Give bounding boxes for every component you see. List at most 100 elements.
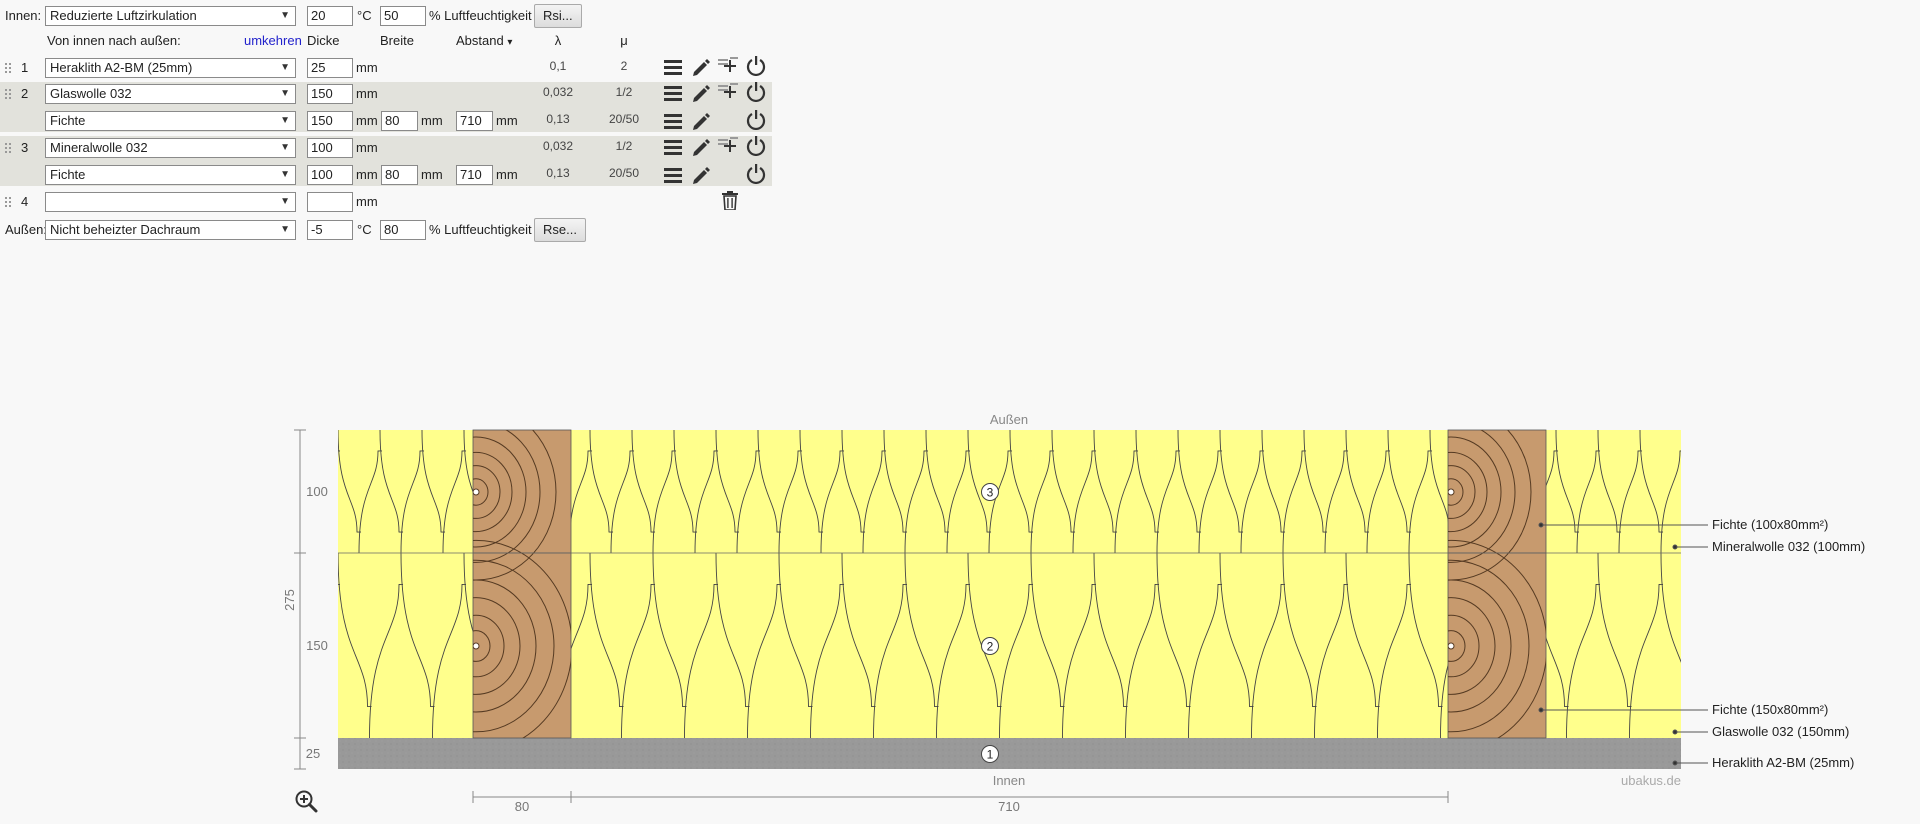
unit-label: mm	[356, 167, 378, 182]
layer-3-beam-width-input[interactable]: 80	[381, 165, 418, 185]
outer-label: Außen:	[5, 222, 47, 237]
outside-label: Außen	[990, 412, 1028, 427]
chevron-down-icon: ▼	[280, 142, 290, 153]
add-layer-icon[interactable]	[718, 137, 740, 153]
layer-number: 2	[21, 86, 29, 101]
layer-3-material-select[interactable]: Mineralwolle 032 ▼	[45, 138, 296, 158]
wood-pith	[1448, 642, 1455, 650]
legend-fichte-150: Fichte (150x80mm²)	[1712, 702, 1828, 717]
inner-temp-input[interactable]: 20	[307, 6, 353, 26]
outer-temp-unit: °C	[357, 222, 372, 237]
trash-icon[interactable]	[722, 191, 738, 210]
wood-pith	[473, 642, 480, 650]
unit-label: mm	[496, 113, 518, 128]
layer-2-beam-thickness-input[interactable]: 150	[307, 111, 353, 131]
power-icon[interactable]	[746, 56, 766, 76]
zoom-in-icon[interactable]	[294, 789, 318, 813]
watermark: ubakus.de	[1621, 773, 1681, 788]
dim-heraklith: 25	[306, 746, 320, 761]
inner-label: Innen:	[5, 8, 42, 23]
layer-2-beam-width-input[interactable]: 80	[381, 111, 418, 131]
outer-climate-select[interactable]: Nicht beheizter Dachraum ▼	[45, 220, 296, 240]
menu-icon[interactable]	[664, 168, 682, 183]
layer-number: 3	[21, 140, 29, 155]
lambda-header: λ	[554, 33, 562, 48]
dim-total: 275	[282, 589, 297, 611]
drag-handle-icon[interactable]	[5, 143, 11, 153]
svg-text:2: 2	[987, 640, 994, 654]
unit-label: mm	[356, 86, 378, 101]
layer-3-beam-thickness-input[interactable]: 100	[307, 165, 353, 185]
direction-label: Von innen nach außen:	[47, 33, 181, 48]
inner-climate-select[interactable]: Reduzierte Luftzirkulation ▼	[45, 6, 296, 26]
svg-text:1: 1	[987, 748, 994, 762]
dim-beam-width: 80	[515, 799, 529, 814]
outer-humidity-input[interactable]: 80	[380, 220, 426, 240]
pencil-icon[interactable]	[691, 57, 711, 77]
menu-icon[interactable]	[664, 60, 682, 75]
chevron-down-icon: ▼	[280, 196, 290, 207]
legend-mineralwolle: Mineralwolle 032 (100mm)	[1712, 539, 1865, 554]
thickness-header: Dicke	[307, 33, 340, 48]
layer-3-beam-spacing-input[interactable]: 710	[456, 165, 493, 185]
outer-temp-input[interactable]: -5	[307, 220, 353, 240]
wood-pith	[473, 488, 480, 496]
legend-heraklith: Heraklith A2-BM (25mm)	[1712, 755, 1854, 770]
pencil-icon[interactable]	[691, 137, 711, 157]
lambda-value: 0,032	[542, 85, 574, 99]
mu-header: μ	[620, 33, 628, 48]
mu-value: 1/2	[615, 139, 633, 153]
rse-button[interactable]: Rse...	[534, 218, 586, 242]
layer-1-thickness-input[interactable]: 25	[307, 58, 353, 78]
reverse-link[interactable]: umkehren	[244, 32, 302, 50]
menu-icon[interactable]	[664, 114, 682, 129]
layer-1-material-select[interactable]: Heraklith A2-BM (25mm) ▼	[45, 58, 296, 78]
add-layer-icon[interactable]	[718, 83, 740, 99]
layer-marker-2: 2	[981, 637, 999, 655]
pencil-icon[interactable]	[691, 111, 711, 131]
legend-fichte-100: Fichte (100x80mm²)	[1712, 517, 1828, 532]
power-icon[interactable]	[746, 164, 766, 184]
mu-value: 20/50	[608, 112, 640, 126]
spacing-header[interactable]: Abstand ▾	[456, 32, 512, 52]
legend-glaswolle: Glaswolle 032 (150mm)	[1712, 724, 1849, 739]
mu-value: 20/50	[608, 166, 640, 180]
unit-label: mm	[421, 113, 443, 128]
layer-2-thickness-input[interactable]: 150	[307, 84, 353, 104]
layer-number: 1	[21, 60, 29, 75]
layer-2-beam-material-select[interactable]: Fichte ▼	[45, 111, 296, 131]
mu-value: 2	[620, 59, 628, 73]
layer-4-material-select[interactable]: ▼	[45, 192, 296, 212]
menu-icon[interactable]	[664, 140, 682, 155]
power-icon[interactable]	[746, 110, 766, 130]
layer-4-thickness-input[interactable]	[307, 192, 353, 212]
width-header: Breite	[380, 33, 414, 48]
inside-label: Innen	[993, 773, 1026, 788]
menu-icon[interactable]	[664, 86, 682, 101]
pencil-icon[interactable]	[691, 165, 711, 185]
cross-section-drawing: Außen Innen ubakus.de 3 2 1 100 150 25 2…	[282, 412, 1865, 814]
inner-humidity-input[interactable]: 50	[380, 6, 426, 26]
drag-handle-icon[interactable]	[5, 197, 11, 207]
lambda-value: 0,13	[546, 166, 570, 180]
layer-2-beam-spacing-input[interactable]: 710	[456, 111, 493, 131]
drag-handle-icon[interactable]	[5, 89, 11, 99]
dim-glaswolle: 150	[306, 638, 328, 653]
unit-label: mm	[356, 140, 378, 155]
add-layer-icon[interactable]	[718, 57, 740, 73]
rsi-button[interactable]: Rsi...	[534, 4, 582, 28]
layer-3-thickness-input[interactable]: 100	[307, 138, 353, 158]
layer-marker-3: 3	[981, 483, 999, 501]
action-icons	[660, 52, 772, 212]
layer-marker-1: 1	[981, 745, 999, 763]
power-icon[interactable]	[746, 82, 766, 102]
chevron-down-icon: ▼	[280, 115, 290, 126]
drag-handle-icon[interactable]	[5, 63, 11, 73]
wood-pith	[1448, 488, 1455, 496]
layer-3-beam-material-select[interactable]: Fichte ▼	[45, 165, 296, 185]
layer-2-material-select[interactable]: Glaswolle 032 ▼	[45, 84, 296, 104]
lambda-value: 0,13	[546, 112, 570, 126]
power-icon[interactable]	[746, 136, 766, 156]
unit-label: mm	[421, 167, 443, 182]
pencil-icon[interactable]	[691, 83, 711, 103]
